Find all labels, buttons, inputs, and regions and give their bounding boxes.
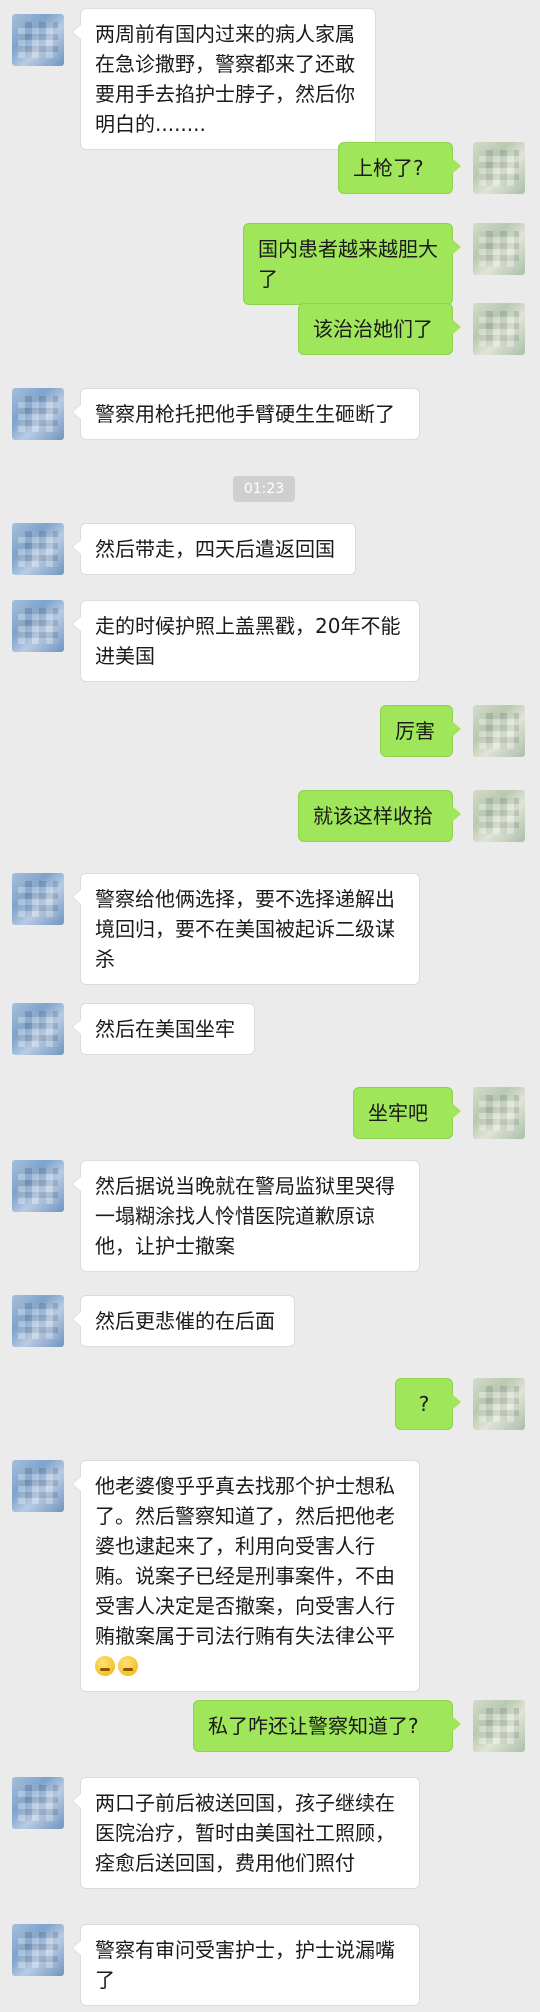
my-avatar-icon[interactable]: [473, 1378, 525, 1430]
grimace-emoji-icon: [118, 1656, 138, 1676]
message-bubble-received[interactable]: 两周前有国内过来的病人家属在急诊撒野，警察都来了还敢要用手去掐护士脖子，然后你明…: [72, 8, 376, 150]
message-text: 他老婆傻乎乎真去找那个护士想私了。然后警察知道了，然后把他老婆也逮起来了，利用向…: [95, 1474, 395, 1648]
contact-avatar-icon[interactable]: [12, 873, 64, 925]
chat-window: 两周前有国内过来的病人家属在急诊撒野，警察都来了还敢要用手去掐护士脖子，然后你明…: [0, 0, 540, 2012]
contact-avatar-icon[interactable]: [12, 1295, 64, 1347]
message-bubble-sent[interactable]: ?: [395, 1378, 461, 1430]
my-avatar-icon[interactable]: [473, 223, 525, 275]
contact-avatar-icon[interactable]: [12, 1460, 64, 1512]
message-bubble-received[interactable]: 走的时候护照上盖黑戳，20年不能进美国: [72, 600, 420, 682]
message-bubble-sent[interactable]: 私了咋还让警察知道了?: [193, 1700, 461, 1752]
message-bubble-received[interactable]: 两口子前后被送回国，孩子继续在医院治疗，暂时由美国社工照顾，痊愈后送回国，费用他…: [72, 1777, 420, 1889]
message-bubble-sent[interactable]: 厉害: [380, 705, 461, 757]
timestamp-label: 01:23: [233, 476, 295, 502]
contact-avatar-icon[interactable]: [12, 1160, 64, 1212]
contact-avatar-icon[interactable]: [12, 1003, 64, 1055]
my-avatar-icon[interactable]: [473, 1087, 525, 1139]
contact-avatar-icon[interactable]: [12, 1777, 64, 1829]
my-avatar-icon[interactable]: [473, 705, 525, 757]
contact-avatar-icon[interactable]: [12, 523, 64, 575]
message-bubble-received[interactable]: 然后据说当晚就在警局监狱里哭得一塌糊涂找人怜惜医院道歉原谅他，让护士撤案: [72, 1160, 420, 1272]
message-bubble-received[interactable]: 警察有审问受害护士，护士说漏嘴了: [72, 1924, 420, 2006]
message-bubble-received[interactable]: 他老婆傻乎乎真去找那个护士想私了。然后警察知道了，然后把他老婆也逮起来了，利用向…: [72, 1460, 420, 1692]
message-bubble-sent[interactable]: 该治治她们了: [298, 303, 461, 355]
contact-avatar-icon[interactable]: [12, 1924, 64, 1976]
contact-avatar-icon[interactable]: [12, 600, 64, 652]
my-avatar-icon[interactable]: [473, 790, 525, 842]
my-avatar-icon[interactable]: [473, 303, 525, 355]
message-bubble-sent[interactable]: 就该这样收拾: [298, 790, 461, 842]
message-bubble-received[interactable]: 警察用枪托把他手臂硬生生砸断了: [72, 388, 420, 440]
message-bubble-sent[interactable]: 上枪了?: [338, 142, 461, 194]
my-avatar-icon[interactable]: [473, 142, 525, 194]
my-avatar-icon[interactable]: [473, 1700, 525, 1752]
message-bubble-received[interactable]: 然后更悲催的在后面: [72, 1295, 295, 1347]
message-bubble-sent[interactable]: 坐牢吧: [353, 1087, 461, 1139]
message-bubble-received[interactable]: 然后带走，四天后遣返回国: [72, 523, 356, 575]
grimace-emoji-icon: [95, 1656, 115, 1676]
contact-avatar-icon[interactable]: [12, 388, 64, 440]
message-bubble-sent[interactable]: 国内患者越来越胆大了: [243, 223, 461, 305]
message-bubble-received[interactable]: 然后在美国坐牢: [72, 1003, 255, 1055]
contact-avatar-icon[interactable]: [12, 14, 64, 66]
message-bubble-received[interactable]: 警察给他俩选择，要不选择递解出境回归，要不在美国被起诉二级谋杀: [72, 873, 420, 985]
